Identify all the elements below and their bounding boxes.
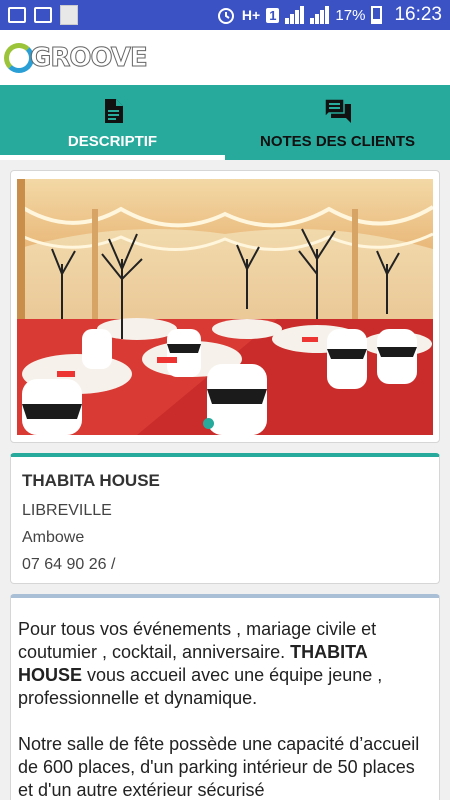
tab-descriptif[interactable]: DESCRIPTIF: [0, 85, 225, 160]
comments-icon: [324, 99, 351, 123]
sim-badge: 1: [266, 7, 280, 23]
description-card: Pour tous vos événements , mariage civil…: [10, 594, 440, 800]
banquet-hall-illustration: [17, 179, 433, 435]
tab-bar: DESCRIPTIF NOTES DES CLIENTS: [0, 85, 450, 160]
app-logo[interactable]: GROOVE: [4, 42, 149, 73]
venue-phone[interactable]: 07 64 90 26 /: [22, 556, 439, 574]
mail-icon: [34, 7, 52, 23]
slide-dot-active[interactable]: [202, 418, 214, 429]
app-header: GROOVE: [0, 30, 450, 85]
venue-name: THABITA HOUSE: [22, 471, 160, 490]
banquet-hall-photo[interactable]: [17, 179, 433, 435]
logo-text: GROOVE: [30, 42, 149, 73]
venue-district: Ambowe: [22, 529, 85, 546]
signal-icon: [285, 6, 305, 24]
status-bar: H+ 1 17% 16:23: [0, 0, 450, 30]
tab-notes-clients[interactable]: NOTES DES CLIENTS: [225, 85, 450, 160]
venue-city: LIBREVILLE: [22, 502, 112, 519]
slide-dot[interactable]: [219, 418, 231, 429]
venue-info-card: THABITA HOUSE LIBREVILLE Ambowe 07 64 90…: [10, 453, 440, 584]
battery-percent: 17%: [335, 6, 366, 24]
signal-icon-2: [310, 6, 330, 24]
description-paragraph-2: Notre salle de fête possède une capacité…: [18, 734, 420, 800]
description-paragraph-1: Pour tous vos événements , mariage civil…: [18, 618, 427, 710]
image-icon: [8, 7, 26, 23]
notification-thumbnail: [60, 5, 78, 25]
clock: 16:23: [394, 4, 442, 25]
battery-icon: [371, 6, 383, 24]
network-type: H+: [241, 7, 261, 23]
tab-label: NOTES DES CLIENTS: [259, 133, 416, 150]
tab-label: DESCRIPTIF: [67, 133, 158, 150]
slide-indicator: [17, 418, 433, 429]
photo-gallery-card: [10, 170, 440, 443]
slide-dot[interactable]: [236, 418, 248, 429]
document-icon: [104, 99, 123, 123]
alarm-icon: [217, 8, 234, 24]
